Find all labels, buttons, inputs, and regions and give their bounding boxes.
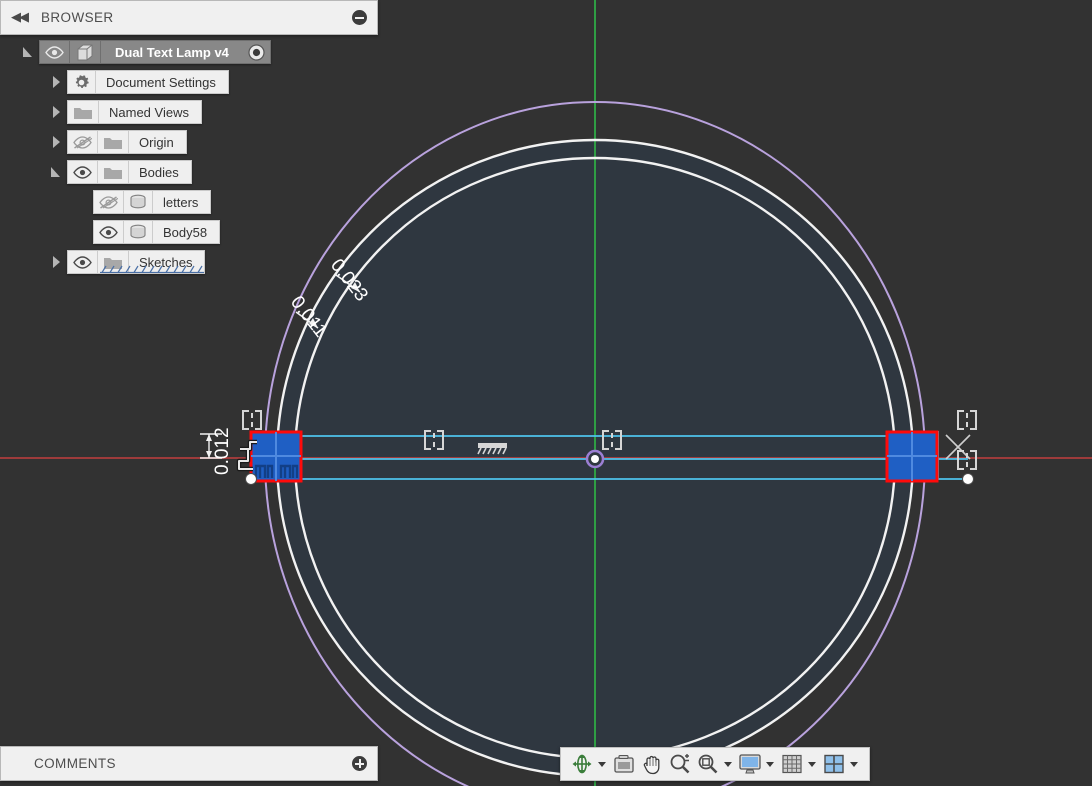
folder-icon xyxy=(68,101,99,123)
browser-tree: Dual Text Lamp v4 Document Settings Name… xyxy=(0,35,378,274)
browser-panel: ◀◀ BROWSER Dual Text Lamp v4 Document Se… xyxy=(0,0,378,280)
add-comment-icon[interactable] xyxy=(352,756,367,771)
tree-row-sketches[interactable]: Sketches xyxy=(0,250,378,274)
visibility-eye-hidden-icon[interactable] xyxy=(94,191,124,213)
visibility-eye-icon[interactable] xyxy=(68,251,98,273)
viewport-layout-icon[interactable] xyxy=(821,751,847,777)
tree-item-label: Named Views xyxy=(109,104,189,120)
symmetry-constraint-icon[interactable] xyxy=(957,450,977,470)
visibility-eye-icon[interactable] xyxy=(40,41,70,63)
orbit-icon[interactable] xyxy=(569,751,595,777)
folder-icon xyxy=(98,131,129,153)
grid-icon[interactable] xyxy=(779,751,805,777)
body-icon xyxy=(124,221,153,243)
dimension-value: 0.012 xyxy=(212,427,233,475)
activate-component-radio[interactable] xyxy=(243,41,270,63)
collapse-panel-icon[interactable]: ◀◀ xyxy=(11,10,29,25)
tree-row-letters[interactable]: letters xyxy=(0,190,378,214)
tree-item-label: Dual Text Lamp v4 xyxy=(115,44,229,60)
component-icon xyxy=(70,41,101,63)
expand-toggle-icon[interactable] xyxy=(50,165,64,179)
sketch-endpoint[interactable] xyxy=(962,473,974,485)
fit-magnifier-icon[interactable] xyxy=(695,751,721,777)
tree-row-named-views[interactable]: Named Views xyxy=(0,100,378,124)
sketch-folder-icon xyxy=(98,251,129,273)
symmetry-constraint-icon[interactable] xyxy=(957,410,977,430)
pan-hand-icon[interactable] xyxy=(639,751,665,777)
dimension-vertical-left[interactable]: 0.012 xyxy=(200,427,233,475)
monitor-icon[interactable] xyxy=(737,751,763,777)
tree-row-origin[interactable]: Origin xyxy=(0,130,378,154)
look-at-icon[interactable] xyxy=(611,751,637,777)
expand-toggle-icon[interactable] xyxy=(50,105,64,119)
comments-title: COMMENTS xyxy=(34,756,116,771)
tree-item-label: Sketches xyxy=(139,254,193,270)
tree-row-body58[interactable]: Body58 xyxy=(0,220,378,244)
browser-header[interactable]: ◀◀ BROWSER xyxy=(0,0,378,35)
sketch-endpoint[interactable] xyxy=(245,473,257,485)
visibility-eye-icon[interactable] xyxy=(68,161,98,183)
viewport-dropdown-caret[interactable] xyxy=(848,751,859,777)
expand-toggle-icon[interactable] xyxy=(50,255,64,269)
selected-profile-left[interactable] xyxy=(249,430,303,483)
minimize-browser-icon[interactable] xyxy=(352,10,367,25)
grid-dropdown-caret[interactable] xyxy=(806,751,817,777)
expand-toggle-icon[interactable] xyxy=(22,45,36,59)
comments-bar[interactable]: COMMENTS xyxy=(0,746,378,781)
expand-toggle-icon[interactable] xyxy=(50,135,64,149)
orbit-dropdown-caret[interactable] xyxy=(596,751,607,777)
folder-icon xyxy=(98,161,129,183)
body-icon xyxy=(124,191,153,213)
browser-title: BROWSER xyxy=(41,10,114,25)
visibility-eye-icon[interactable] xyxy=(94,221,124,243)
tree-item-label: Origin xyxy=(139,134,174,150)
navigation-toolbar xyxy=(560,747,870,781)
tree-row-document-settings[interactable]: Document Settings xyxy=(0,70,378,94)
selected-profile-right[interactable] xyxy=(885,430,939,483)
sketch-origin-point[interactable] xyxy=(585,449,605,469)
tree-item-label: letters xyxy=(163,194,199,210)
display-dropdown-caret[interactable] xyxy=(764,751,775,777)
expand-toggle-icon[interactable] xyxy=(50,75,64,89)
tree-item-label: Bodies xyxy=(139,164,179,180)
visibility-eye-hidden-icon[interactable] xyxy=(68,131,98,153)
tree-item-label: Document Settings xyxy=(106,74,216,90)
symmetry-constraint-icon[interactable] xyxy=(242,410,262,430)
tree-item-label: Body58 xyxy=(163,224,208,240)
tree-row-bodies[interactable]: Bodies xyxy=(0,160,378,184)
fit-dropdown-caret[interactable] xyxy=(722,751,733,777)
zoom-magnifier-icon[interactable] xyxy=(667,751,693,777)
gear-icon xyxy=(68,71,96,93)
tree-row-component[interactable]: Dual Text Lamp v4 xyxy=(0,40,378,64)
